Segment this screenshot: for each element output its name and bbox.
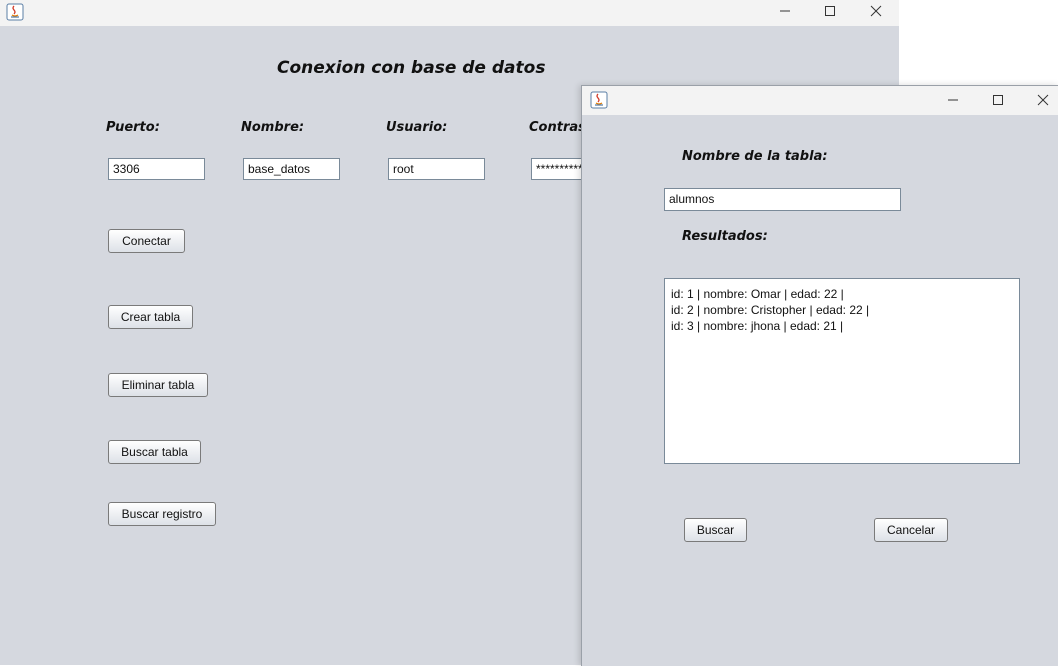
page-title: Conexion con base de datos bbox=[277, 58, 546, 78]
conectar-button[interactable]: Conectar bbox=[108, 229, 185, 253]
crear-tabla-button[interactable]: Crear tabla bbox=[108, 305, 193, 329]
nombre-field[interactable]: base_datos bbox=[243, 158, 340, 180]
result-line: id: 3 | nombre: jhona | edad: 21 | bbox=[671, 319, 844, 333]
close-icon[interactable] bbox=[853, 0, 899, 22]
nombre-label: Nombre: bbox=[241, 120, 305, 135]
minimize-icon[interactable] bbox=[930, 86, 976, 113]
maximize-icon[interactable] bbox=[975, 86, 1021, 113]
minimize-icon[interactable] bbox=[762, 0, 808, 22]
puerto-field[interactable]: 3306 bbox=[108, 158, 205, 180]
close-icon[interactable] bbox=[1020, 86, 1058, 113]
usuario-field[interactable]: root bbox=[388, 158, 485, 180]
eliminar-tabla-button[interactable]: Eliminar tabla bbox=[108, 373, 208, 397]
result-line: id: 1 | nombre: Omar | edad: 22 | bbox=[671, 287, 844, 301]
result-line: id: 2 | nombre: Cristopher | edad: 22 | bbox=[671, 303, 870, 317]
buscar-button[interactable]: Buscar bbox=[684, 518, 747, 542]
usuario-label: Usuario: bbox=[386, 120, 448, 135]
java-icon bbox=[6, 3, 24, 21]
dialog-window: Nombre de la tabla: alumnos Resultados: … bbox=[581, 85, 1058, 666]
main-titlebar[interactable] bbox=[0, 0, 899, 26]
puerto-label: Puerto: bbox=[106, 120, 160, 135]
nombre-tabla-label: Nombre de la tabla: bbox=[682, 149, 828, 164]
resultados-label: Resultados: bbox=[682, 229, 768, 244]
buscar-tabla-button[interactable]: Buscar tabla bbox=[108, 440, 201, 464]
results-textarea[interactable]: id: 1 | nombre: Omar | edad: 22 | id: 2 … bbox=[664, 278, 1020, 464]
cancelar-button[interactable]: Cancelar bbox=[874, 518, 948, 542]
java-icon bbox=[590, 91, 608, 109]
dialog-titlebar[interactable] bbox=[582, 86, 1058, 115]
nombre-tabla-field[interactable]: alumnos bbox=[664, 188, 901, 211]
maximize-icon[interactable] bbox=[807, 0, 853, 22]
buscar-registro-button[interactable]: Buscar registro bbox=[108, 502, 216, 526]
